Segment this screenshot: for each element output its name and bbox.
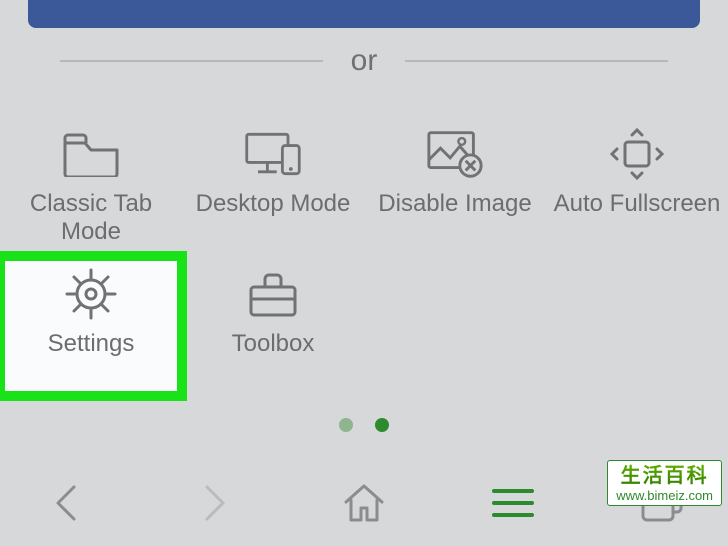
- or-text: or: [351, 44, 378, 78]
- back-button[interactable]: [36, 473, 96, 533]
- menu-item-classic-tab-mode[interactable]: Classic Tab Mode: [0, 116, 182, 256]
- watermark: 生活百科 www.bimeiz.com: [607, 460, 722, 506]
- watermark-title: 生活百科: [616, 464, 713, 488]
- menu-item-settings[interactable]: Settings: [0, 256, 182, 396]
- collapsed-top-bar: [28, 0, 700, 28]
- home-icon: [342, 482, 386, 524]
- menu-item-label: Toolbox: [232, 330, 315, 358]
- chevron-right-icon: [201, 483, 229, 523]
- divider-line-left: [60, 60, 323, 62]
- menu-item-auto-fullscreen[interactable]: Auto Fullscreen: [546, 116, 728, 256]
- page-indicator: [0, 418, 728, 432]
- menu-item-desktop-mode[interactable]: Desktop Mode: [182, 116, 364, 256]
- menu-item-label: Classic Tab Mode: [0, 190, 182, 245]
- menu-item-label: Desktop Mode: [196, 190, 351, 218]
- menu-item-label: Disable Image: [378, 190, 531, 218]
- page-dot-1[interactable]: [339, 418, 353, 432]
- gear-icon: [61, 268, 121, 320]
- or-divider: or: [0, 44, 728, 78]
- image-off-icon: [425, 128, 485, 180]
- menu-grid: Classic Tab Mode Desktop Mode: [0, 110, 728, 396]
- forward-button[interactable]: [185, 473, 245, 533]
- menu-item-label: Settings: [48, 330, 135, 358]
- watermark-url: www.bimeiz.com: [616, 488, 713, 504]
- menu-button[interactable]: [483, 473, 543, 533]
- desktop-icon: [243, 128, 303, 180]
- folder-icon: [61, 128, 121, 180]
- divider-line-right: [405, 60, 668, 62]
- chevron-left-icon: [52, 483, 80, 523]
- menu-item-toolbox[interactable]: Toolbox: [182, 256, 364, 396]
- menu-item-label: Auto Fullscreen: [554, 190, 721, 218]
- home-button[interactable]: [334, 473, 394, 533]
- hamburger-icon: [491, 486, 535, 520]
- menu-item-disable-image[interactable]: Disable Image: [364, 116, 546, 256]
- page-dot-2[interactable]: [375, 418, 389, 432]
- fullscreen-icon: [607, 128, 667, 180]
- toolbox-icon: [243, 268, 303, 320]
